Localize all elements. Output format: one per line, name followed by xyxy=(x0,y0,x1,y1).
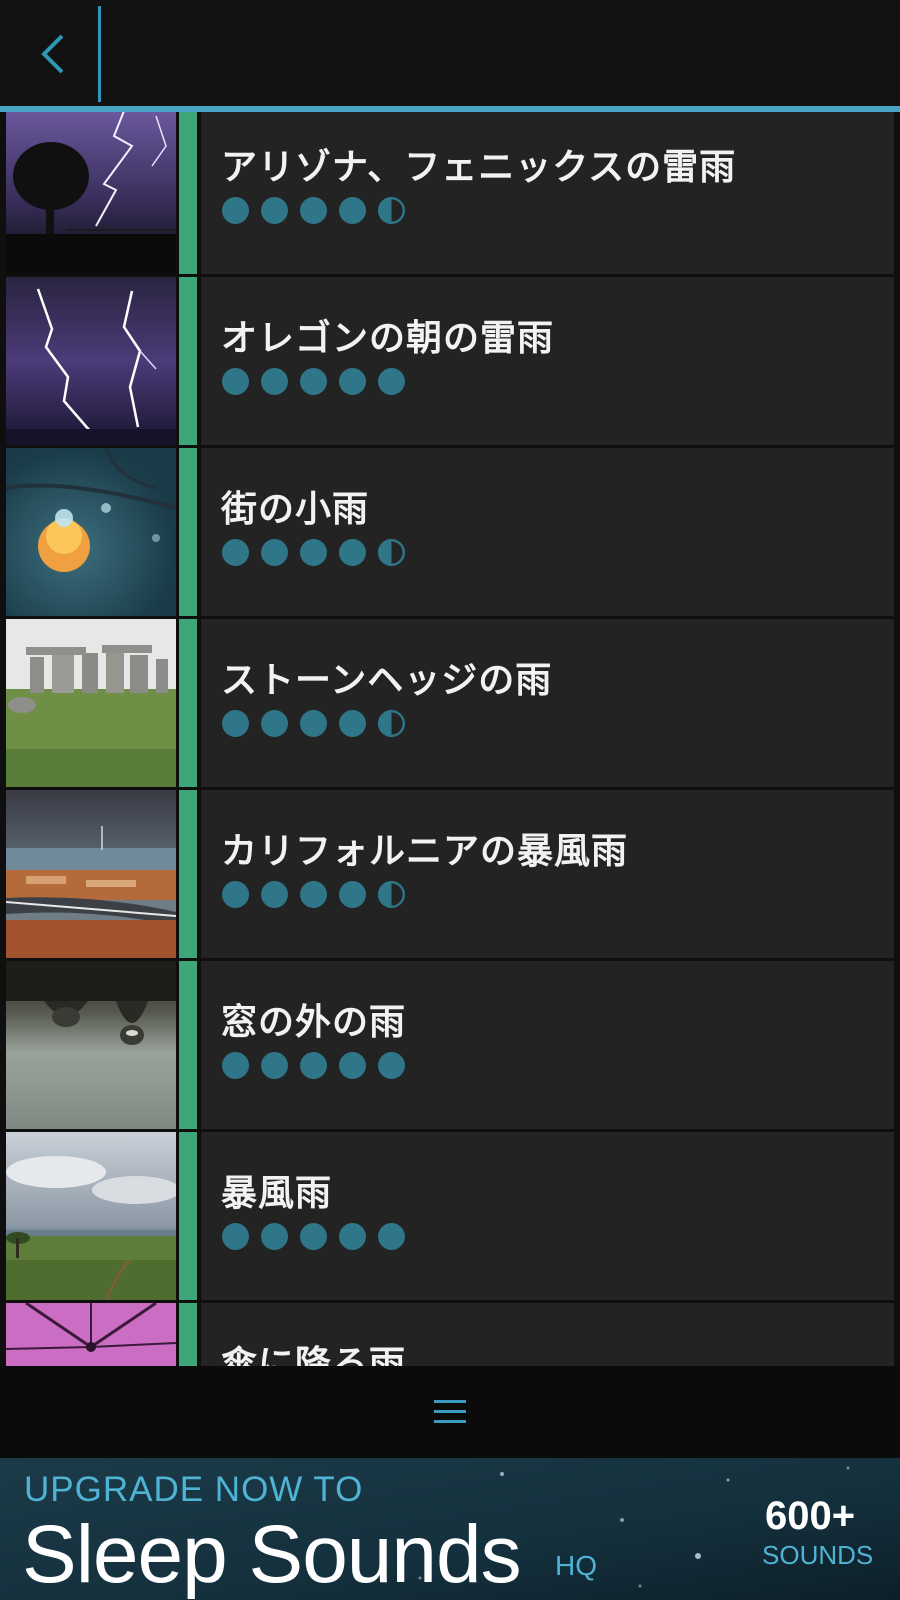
rating-dot xyxy=(221,196,250,225)
sound-card[interactable]: ストーンヘッジの雨 xyxy=(201,619,894,787)
list-item[interactable]: 傘に降る雨 xyxy=(0,1301,900,1366)
rating-dot xyxy=(299,538,328,567)
rating-dot xyxy=(377,880,406,909)
sound-card[interactable]: 傘に降る雨 xyxy=(201,1303,894,1366)
sound-title: 傘に降る雨 xyxy=(221,1344,407,1366)
rating-dot xyxy=(260,1051,289,1080)
header-divider xyxy=(98,6,101,102)
rating-dot xyxy=(338,709,367,738)
sound-title: 窓の外の雨 xyxy=(221,1002,407,1043)
sound-card[interactable]: 街の小雨 xyxy=(201,448,894,616)
chevron-left-icon xyxy=(41,34,64,74)
top-bar xyxy=(0,0,900,112)
rating-dot xyxy=(221,1222,250,1251)
rating-dot xyxy=(377,1222,406,1251)
sound-title: ストーンヘッジの雨 xyxy=(221,660,553,701)
rating-dot xyxy=(377,709,406,738)
sound-card[interactable]: アリゾナ、フェニックスの雷雨 xyxy=(201,112,894,274)
rating-dot xyxy=(260,196,289,225)
item-accent-bar xyxy=(179,790,197,958)
rating-dot xyxy=(260,367,289,396)
rating-dot xyxy=(338,1222,367,1251)
back-button[interactable] xyxy=(0,0,98,106)
rating-dot xyxy=(338,538,367,567)
rating-dot xyxy=(299,1051,328,1080)
sound-thumbnail xyxy=(6,1303,176,1366)
sound-title: オレゴンの朝の雷雨 xyxy=(221,318,555,359)
sound-thumbnail xyxy=(6,1132,176,1300)
rating-dot xyxy=(299,880,328,909)
list-item[interactable]: アリゾナ、フェニックスの雷雨 xyxy=(0,112,900,274)
list-item[interactable]: カリフォルニアの暴風雨 xyxy=(0,788,900,958)
ad-brand-name: Sleep Sounds xyxy=(22,1509,522,1600)
rating-dot xyxy=(338,367,367,396)
rating-dot xyxy=(338,880,367,909)
rating-dot xyxy=(377,196,406,225)
list-item[interactable]: 街の小雨 xyxy=(0,446,900,616)
rating-dot xyxy=(260,538,289,567)
ad-sound-unit: SOUNDS xyxy=(762,1540,874,1570)
rating-dot xyxy=(221,367,250,396)
ad-headline: UPGRADE NOW TO xyxy=(24,1470,364,1509)
sound-thumbnail xyxy=(6,112,176,274)
rating-dot xyxy=(221,880,250,909)
rating-dot xyxy=(377,538,406,567)
rating-dot xyxy=(260,1222,289,1251)
list-item[interactable]: オレゴンの朝の雷雨 xyxy=(0,275,900,445)
sound-title: アリゾナ、フェニックスの雷雨 xyxy=(221,147,737,188)
sound-card[interactable]: 窓の外の雨 xyxy=(201,961,894,1129)
list-item[interactable]: 窓の外の雨 xyxy=(0,959,900,1129)
rating-dot xyxy=(221,538,250,567)
list-item[interactable]: 暴風雨 xyxy=(0,1130,900,1300)
rating-dot xyxy=(299,196,328,225)
sound-card[interactable]: 暴風雨 xyxy=(201,1132,894,1300)
item-accent-bar xyxy=(179,1303,197,1366)
ad-sound-count: 600+ xyxy=(765,1494,856,1538)
item-accent-bar xyxy=(179,1132,197,1300)
sound-thumbnail xyxy=(6,277,176,445)
rating-dot xyxy=(299,1222,328,1251)
sound-title: 街の小雨 xyxy=(221,489,370,530)
sound-thumbnail xyxy=(6,790,176,958)
item-accent-bar xyxy=(179,277,197,445)
rating-dot xyxy=(377,1051,406,1080)
ad-brand-suffix: HQ xyxy=(555,1550,597,1581)
sound-title: 暴風雨 xyxy=(221,1173,333,1214)
rating-dot xyxy=(299,367,328,396)
sound-title: カリフォルニアの暴風雨 xyxy=(221,831,629,872)
rating-dot xyxy=(338,1051,367,1080)
rating-dot xyxy=(299,709,328,738)
item-accent-bar xyxy=(179,961,197,1129)
rating-dot xyxy=(338,196,367,225)
sound-thumbnail xyxy=(6,961,176,1129)
sound-card[interactable]: カリフォルニアの暴風雨 xyxy=(201,790,894,958)
sound-card[interactable]: オレゴンの朝の雷雨 xyxy=(201,277,894,445)
rating-dot xyxy=(221,1051,250,1080)
list-item[interactable]: ストーンヘッジの雨 xyxy=(0,617,900,787)
bottom-nav xyxy=(0,1366,900,1458)
sound-thumbnail xyxy=(6,619,176,787)
rating-dot xyxy=(260,709,289,738)
sound-list[interactable]: アリゾナ、フェニックスの雷雨 オレゴンの朝の雷雨 街の小雨ストーンヘッジの雨カリフォ… xyxy=(0,112,900,1366)
rating-dot xyxy=(377,367,406,396)
rating-dot xyxy=(260,880,289,909)
item-accent-bar xyxy=(179,619,197,787)
sound-thumbnail xyxy=(6,448,176,616)
upgrade-ad-banner[interactable]: UPGRADE NOW TO Sleep Sounds HQ 600+ SOUN… xyxy=(0,1458,900,1600)
item-accent-bar xyxy=(179,448,197,616)
hamburger-menu-icon[interactable] xyxy=(430,1394,470,1430)
rating-dot xyxy=(221,709,250,738)
item-accent-bar xyxy=(179,112,197,274)
